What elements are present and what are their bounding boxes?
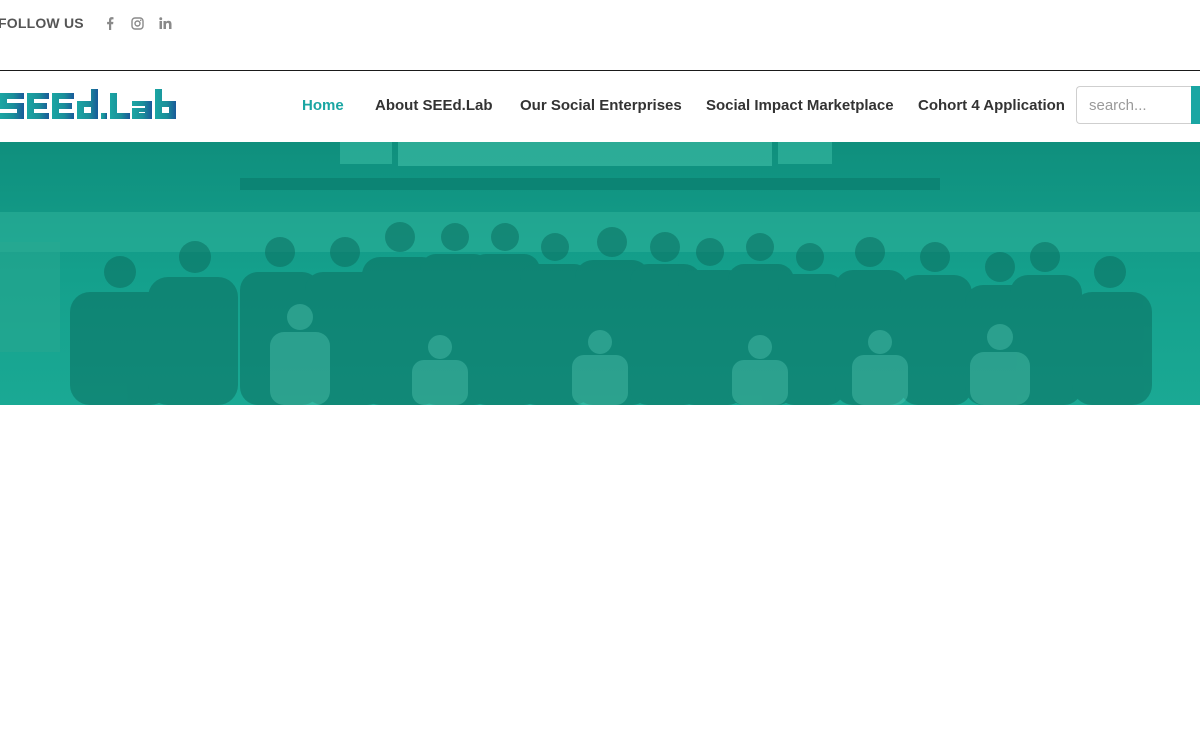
nav-about-seedlab[interactable]: About SEEd.Lab: [375, 97, 493, 114]
search-button[interactable]: [1191, 86, 1200, 124]
facebook-icon[interactable]: [96, 15, 124, 31]
hero-group-photo: [0, 142, 1200, 405]
follow-us: FOLLOW US: [0, 15, 180, 31]
nav-home[interactable]: Home: [302, 97, 344, 114]
seedlab-logo[interactable]: [0, 87, 178, 125]
instagram-icon[interactable]: [124, 15, 152, 31]
nav-social-impact-marketplace[interactable]: Social Impact Marketplace: [706, 97, 894, 114]
nav-our-social-enterprises[interactable]: Our Social Enterprises: [520, 97, 682, 114]
search-input[interactable]: [1076, 86, 1192, 124]
hero-banner: [0, 142, 1200, 405]
main-navbar: Home About SEEd.Lab Our Social Enterpris…: [0, 71, 1200, 142]
top-bar: FOLLOW US: [0, 0, 1200, 71]
nav-cohort-4-application[interactable]: Cohort 4 Application: [918, 97, 1065, 114]
follow-us-label: FOLLOW US: [0, 15, 84, 31]
linkedin-icon[interactable]: [152, 15, 180, 31]
